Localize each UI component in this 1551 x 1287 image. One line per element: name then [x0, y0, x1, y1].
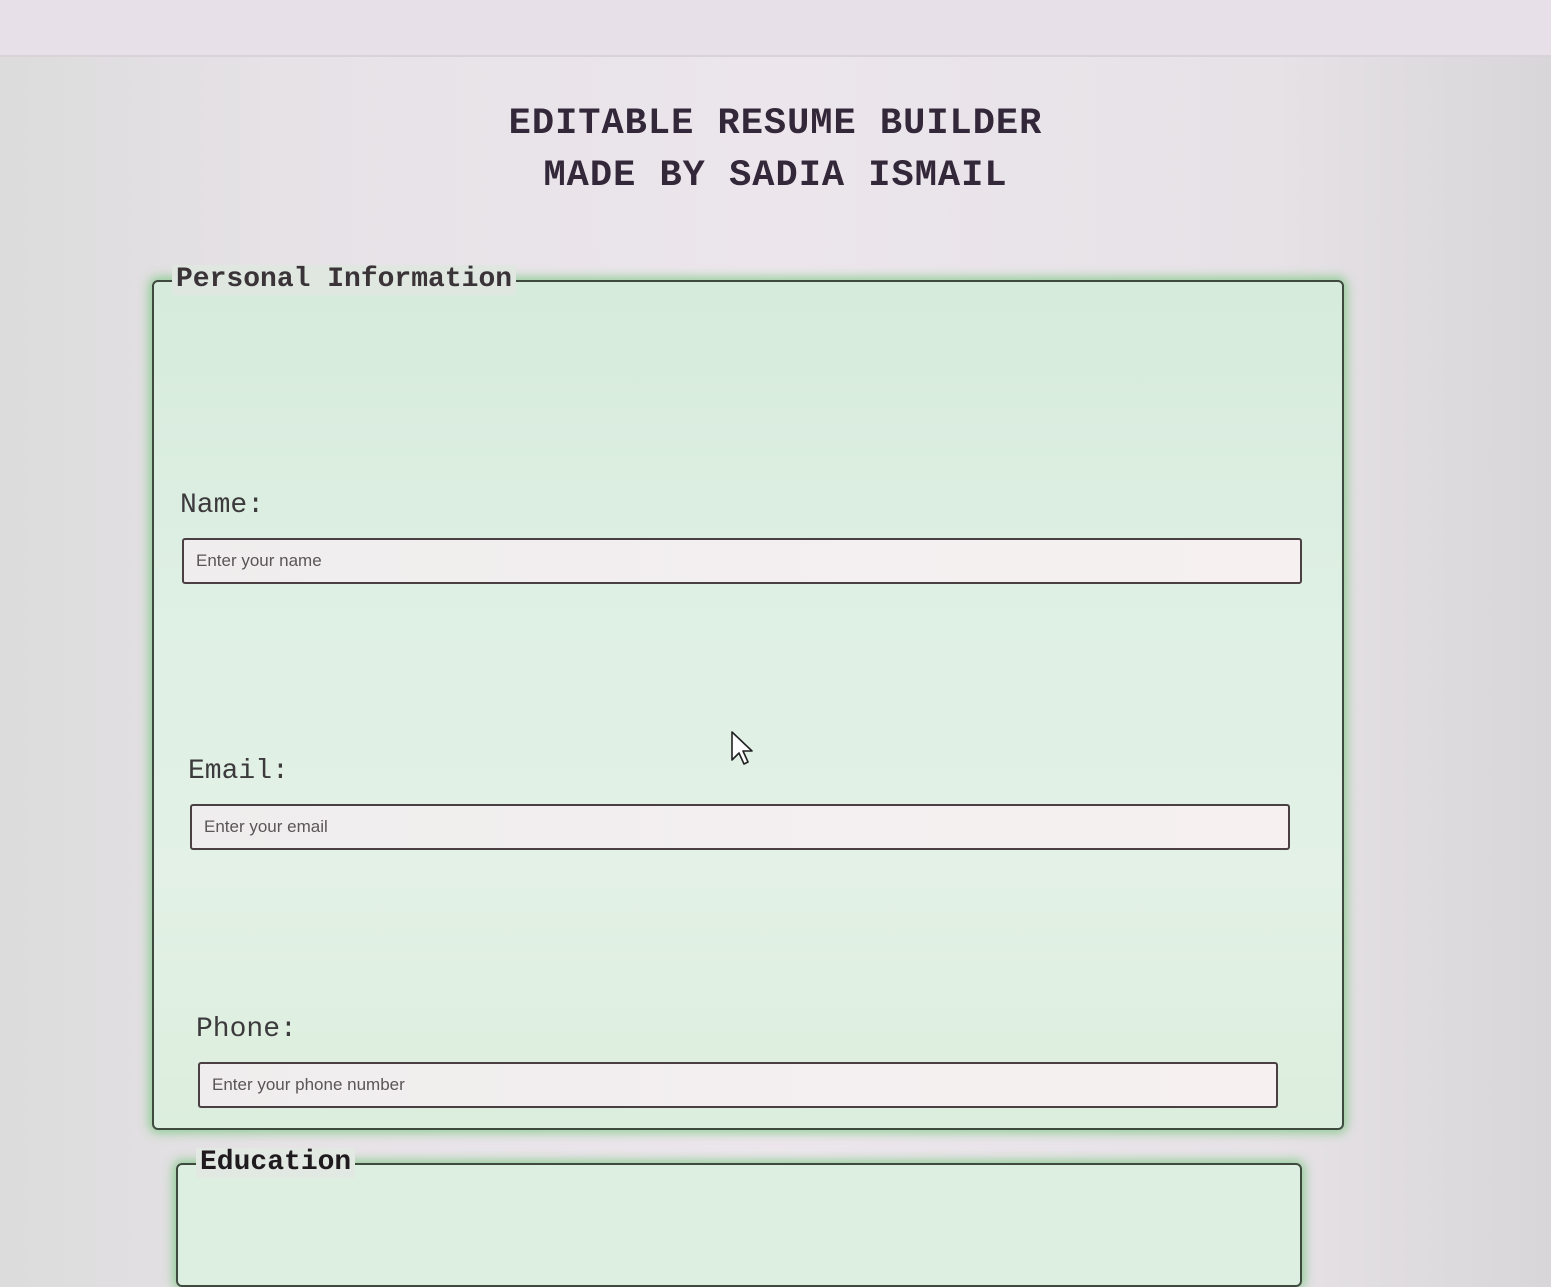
name-label: Name:	[180, 490, 265, 521]
page-subtitle: MADE BY SADIA ISMAIL	[543, 155, 1008, 197]
email-input[interactable]	[190, 804, 1290, 850]
email-label: Email:	[188, 756, 289, 787]
browser-top-strip	[0, 0, 1551, 57]
education-legend: Education	[196, 1148, 356, 1178]
mouse-pointer-icon	[731, 731, 753, 765]
personal-information-section: Personal Information Name: Email: Phone:	[152, 265, 1344, 1130]
phone-input[interactable]	[198, 1062, 1278, 1108]
page-title: EDITABLE RESUME BUILDER	[508, 103, 1043, 145]
name-input[interactable]	[182, 538, 1302, 584]
education-section: Education	[176, 1148, 1302, 1287]
personal-information-legend: Personal Information	[172, 265, 517, 295]
page-header: EDITABLE RESUME BUILDER MADE BY SADIA IS…	[0, 98, 1551, 202]
phone-label: Phone:	[196, 1014, 297, 1045]
